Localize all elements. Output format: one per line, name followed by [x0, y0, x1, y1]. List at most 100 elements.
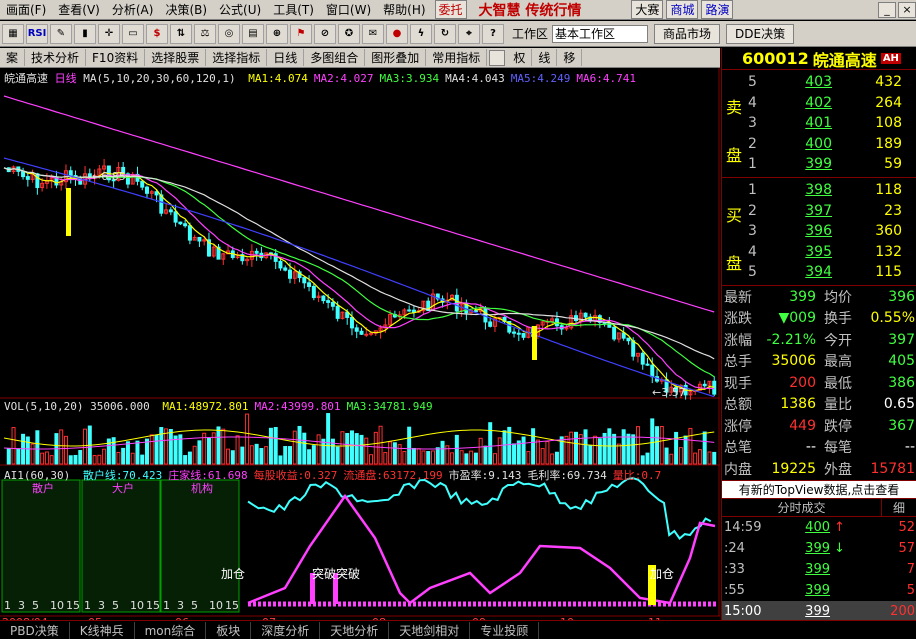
level-price[interactable]: 397 — [772, 201, 832, 222]
stop-icon[interactable]: ⊘ — [314, 23, 336, 44]
order-level[interactable]: 5 403 432 — [748, 72, 902, 93]
candle-body — [183, 223, 188, 227]
dollar-icon[interactable]: $ — [146, 23, 168, 44]
close-icon[interactable]: × — [898, 1, 916, 18]
menu-tools[interactable]: 工具(T) — [267, 1, 320, 18]
entrust-button[interactable]: 委托 — [434, 0, 467, 19]
level-price[interactable]: 396 — [772, 221, 832, 242]
plus-icon[interactable] — [489, 49, 506, 66]
level-volume: 132 — [875, 243, 902, 260]
func-rights[interactable]: 权 — [507, 49, 533, 66]
star-icon[interactable]: ✪ — [338, 23, 360, 44]
tick-title[interactable]: 分时成交 — [722, 498, 882, 516]
order-level[interactable]: 1 399 59 — [748, 154, 902, 175]
order-level[interactable]: 4 395 132 — [748, 242, 902, 263]
menu-window[interactable]: 窗口(W) — [320, 1, 377, 18]
func-overlay[interactable]: 图形叠加 — [365, 49, 427, 66]
pen-icon[interactable]: ✎ — [50, 23, 72, 44]
tick-row[interactable]: :33 399 7 — [722, 559, 916, 580]
flag-icon[interactable]: ⚑ — [290, 23, 312, 44]
order-level[interactable]: 1 398 118 — [748, 180, 902, 201]
volume-bar — [73, 454, 78, 465]
refresh-icon[interactable]: ↻ — [434, 23, 456, 44]
func-f10[interactable]: F10资料 — [86, 49, 146, 66]
arrows-icon[interactable]: ⇅ — [170, 23, 192, 44]
candle-body — [25, 176, 30, 180]
level-price[interactable]: 395 — [772, 242, 832, 263]
menu-formula[interactable]: 公式(U) — [213, 1, 267, 18]
func-move[interactable]: 移 — [557, 49, 583, 66]
order-level[interactable]: 2 397 23 — [748, 201, 902, 222]
lightning-icon[interactable]: ϟ — [410, 23, 432, 44]
func-tech-analysis[interactable]: 技术分析 — [25, 49, 87, 66]
record-icon[interactable]: ● — [386, 23, 408, 44]
minimize-icon[interactable]: _ — [878, 1, 896, 18]
stat-value: 397 — [888, 331, 915, 348]
func-period[interactable]: 日线 — [267, 49, 305, 66]
menu-help[interactable]: 帮助(H) — [377, 1, 431, 18]
bottom-tab[interactable]: K线神兵 — [70, 621, 135, 639]
func-select-indicator[interactable]: 选择指标 — [206, 49, 268, 66]
func-multi-chart[interactable]: 多图组合 — [304, 49, 366, 66]
bottom-tab[interactable]: 板块 — [206, 621, 252, 639]
volume-bar — [111, 437, 116, 465]
order-level[interactable]: 4 402 264 — [748, 93, 902, 114]
candle-body — [488, 321, 493, 327]
level-price[interactable]: 403 — [772, 72, 832, 93]
ai-header: AI1(60,30) 散户线:70.423 庄家线:61.698 每股收益:0.32… — [4, 467, 661, 483]
tab-mall[interactable]: 商城 — [666, 0, 699, 19]
candle-body — [640, 352, 645, 365]
menu-view[interactable]: 查看(V) — [52, 1, 106, 18]
menu-screen[interactable]: 画面(F) — [0, 1, 52, 18]
tick-row[interactable]: 14:59 400 ↑ 52 — [722, 517, 916, 538]
tick-row[interactable]: :55 399 5 — [722, 580, 916, 601]
func-case[interactable]: 案 — [0, 49, 26, 66]
bottom-tab[interactable]: PBD决策 — [0, 621, 70, 639]
bars-icon[interactable]: ▮ — [74, 23, 96, 44]
bottom-tab[interactable]: 天地分析 — [320, 621, 390, 639]
menu-analysis[interactable]: 分析(A) — [106, 1, 160, 18]
tick-row[interactable]: :24 399 ↓ 57 — [722, 538, 916, 559]
market-button[interactable]: 商品市场 — [654, 23, 721, 44]
rsi-icon[interactable]: RSI — [26, 23, 48, 44]
level-price[interactable]: 402 — [772, 93, 832, 114]
zoom-icon[interactable]: ⊕ — [266, 23, 288, 44]
pin-icon[interactable]: ⌖ — [458, 23, 480, 44]
help-icon[interactable]: ? — [482, 23, 504, 44]
menu-decision[interactable]: 决策(B) — [159, 1, 213, 18]
tick-detail[interactable]: 细 — [882, 499, 916, 516]
institution-line — [247, 493, 716, 605]
tick-row[interactable]: 15:00 399 200 — [722, 600, 916, 622]
bottom-tab[interactable]: 深度分析 — [251, 621, 321, 639]
order-level[interactable]: 5 394 115 — [748, 262, 902, 283]
bottom-tab[interactable]: 专业投顾 — [470, 621, 540, 639]
level-price[interactable]: 401 — [772, 113, 832, 134]
chart-icon[interactable]: ▤ — [242, 23, 264, 44]
chart-area[interactable]: ←6.85 ←3.57 散户 1 3 5 10 15 大户 1 3 5 10 15 机构 1 3 5 10 15 加仓突… — [0, 68, 720, 620]
level-price[interactable]: 399 — [772, 154, 832, 175]
scale-icon[interactable]: ⚖ — [194, 23, 216, 44]
bottom-tab[interactable]: 天地剑相对 — [389, 621, 471, 639]
binoculars-icon[interactable]: ◎ — [218, 23, 240, 44]
kline-chart[interactable]: ←6.85←3.57散户1 3 5 10 15大户1 3 5 10 15机构1 3 5 10 15加仓突… — [0, 68, 720, 620]
grid-icon[interactable]: ▦ — [2, 23, 24, 44]
crosshair-icon[interactable]: ✛ — [98, 23, 120, 44]
indicator-number: 4.074 — [274, 72, 308, 85]
level-price[interactable]: 398 — [772, 180, 832, 201]
func-select-stock[interactable]: 选择股票 — [145, 49, 207, 66]
order-level[interactable]: 2 400 189 — [748, 134, 902, 155]
level-price[interactable]: 400 — [772, 134, 832, 155]
bottom-tab[interactable]: mon综合 — [135, 621, 207, 639]
workspace-select[interactable]: 基本工作区 — [552, 24, 649, 43]
tab-roadshow[interactable]: 路演 — [701, 0, 734, 19]
func-common-indicator[interactable]: 常用指标 — [426, 49, 488, 66]
level-price[interactable]: 394 — [772, 262, 832, 283]
order-level[interactable]: 3 396 360 — [748, 221, 902, 242]
mail-icon[interactable]: ✉ — [362, 23, 384, 44]
order-level[interactable]: 3 401 108 — [748, 113, 902, 134]
func-line[interactable]: 线 — [532, 49, 558, 66]
dde-button[interactable]: DDE决策 — [726, 23, 795, 44]
topview-notice[interactable]: 有新的TopView数据,点击查看 — [722, 480, 916, 499]
ruler-icon[interactable]: ▭ — [122, 23, 144, 44]
tab-contest[interactable]: 大赛 — [631, 0, 664, 19]
